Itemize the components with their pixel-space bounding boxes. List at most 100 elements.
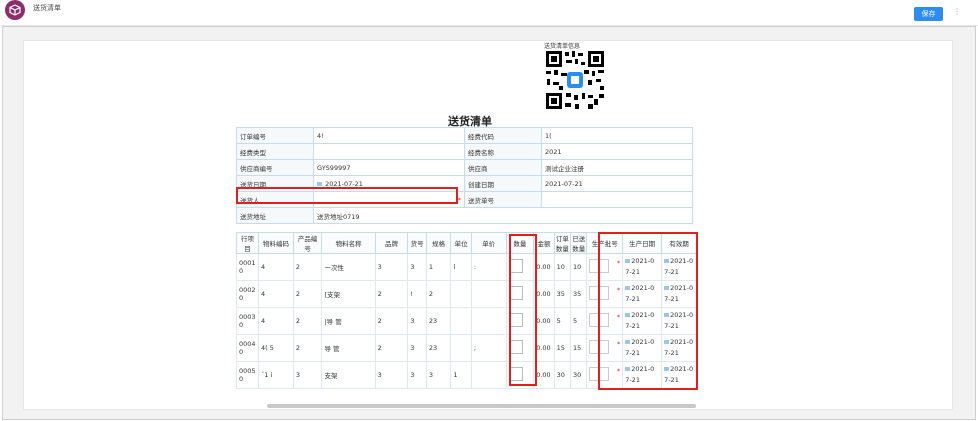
cell-line: 0004 0 xyxy=(235,334,260,362)
col-header: 单价 xyxy=(470,232,507,254)
cell-article: ! xyxy=(407,280,427,308)
info-label: 送货单号 xyxy=(464,191,542,208)
created-date-value: 2021-07-21 xyxy=(541,175,693,192)
cell-name: |导 管 xyxy=(321,307,376,335)
col-header: 品牌 xyxy=(374,232,409,254)
cell-price xyxy=(470,307,507,335)
fund-code-value: 1( xyxy=(541,127,693,144)
fund-type-value xyxy=(313,143,465,160)
cell-material: ´1 i xyxy=(258,361,294,389)
supplier-number-value: GYS99997 xyxy=(313,159,465,176)
cell-brand: 2 xyxy=(374,334,409,362)
col-header: 行项目 xyxy=(235,232,260,254)
cell-article: 3 xyxy=(407,361,427,389)
cell-unit: l xyxy=(450,253,472,281)
qr-code-icon xyxy=(544,49,606,111)
cell-spec: 3 xyxy=(425,361,452,389)
cell-article: 3 xyxy=(407,253,427,281)
cell-order-qty: 10 xyxy=(553,253,572,281)
supplier-value: 测试企业注册 xyxy=(541,159,693,176)
cell-spec: 2 xyxy=(425,280,452,308)
batch-date-columns-highlight xyxy=(598,232,698,390)
cell-price xyxy=(470,361,507,389)
cell-order-qty: 30 xyxy=(553,361,572,389)
cell-material: 4 xyxy=(258,307,294,335)
cell-price xyxy=(470,280,507,308)
cell-line: 0005 0 xyxy=(235,361,260,389)
cell-sent-qty: 30 xyxy=(570,361,588,389)
cell-unit xyxy=(450,307,472,335)
info-label: 供应商编号 xyxy=(236,159,314,176)
cell-material: 4 xyxy=(258,253,294,281)
info-row: 送货地址 送货地址0719 xyxy=(236,207,693,224)
cell-material: 4 xyxy=(258,280,294,308)
cell-brand: 2 xyxy=(374,307,409,335)
cell-article: 3 xyxy=(407,334,427,362)
info-row: 经费类型 经费名称 2021 xyxy=(236,143,693,160)
cell-unit: 1 xyxy=(450,361,472,389)
info-row: 订单编号 4! 经费代码 1( xyxy=(236,127,693,144)
info-label: 创建日期 xyxy=(464,175,542,192)
col-header: 规格 xyxy=(425,232,452,254)
cell-line: 0003 0 xyxy=(235,307,260,335)
cell-spec: 1 xyxy=(425,253,452,281)
cell-unit xyxy=(450,334,472,362)
cell-product: 2 xyxy=(292,280,323,308)
delivery-address-value: 送货地址0719 xyxy=(313,207,693,224)
cell-name: [支架 xyxy=(321,280,376,308)
col-header: 货号 xyxy=(407,232,427,254)
col-header: 物料编码 xyxy=(258,232,294,254)
cell-sent-qty: 5 xyxy=(570,307,588,335)
info-label: 订单编号 xyxy=(236,127,314,144)
cell-brand: 3 xyxy=(374,253,409,281)
cell-name: 一次性 xyxy=(321,253,376,281)
info-label: 送货地址 xyxy=(236,207,314,224)
cell-sent-qty: 35 xyxy=(570,280,588,308)
col-header: 产品编号 xyxy=(292,232,323,254)
cell-brand: 2 xyxy=(374,280,409,308)
cell-order-qty: 35 xyxy=(553,280,572,308)
cell-product: 3 xyxy=(292,361,323,389)
cell-sent-qty: 15 xyxy=(570,334,588,362)
cell-name: 支架 xyxy=(321,361,376,389)
cell-price: ; xyxy=(470,334,507,362)
info-label: 供应商 xyxy=(464,159,542,176)
cell-sent-qty: 10 xyxy=(570,253,588,281)
cell-price: : xyxy=(470,253,507,281)
col-header: 物料名称 xyxy=(321,232,376,254)
col-header: 单位 xyxy=(450,232,472,254)
cell-order-qty: 5 xyxy=(553,307,572,335)
cell-spec: 23 xyxy=(425,307,452,335)
cell-brand: 3 xyxy=(374,361,409,389)
cell-unit xyxy=(450,280,472,308)
info-label: 经费名称 xyxy=(464,143,542,160)
cell-line: 0002 0 xyxy=(235,280,260,308)
cell-product: 2 xyxy=(292,307,323,335)
delivery-number-value xyxy=(541,191,693,208)
app-logo-icon xyxy=(5,0,25,20)
cell-spec: 23 xyxy=(425,334,452,362)
deliverer-highlight xyxy=(236,187,458,204)
info-label: 经费类型 xyxy=(236,143,314,160)
col-header: 订单数量 xyxy=(553,232,572,254)
cell-material: 4( 5 xyxy=(258,334,294,362)
cell-product: 2 xyxy=(292,334,323,362)
cell-name: 导 管 xyxy=(321,334,376,362)
app-title: 送货清单 xyxy=(33,4,61,12)
cell-order-qty: 15 xyxy=(553,334,572,362)
order-number-value: 4! xyxy=(313,127,465,144)
cell-product: 2 xyxy=(292,253,323,281)
cell-line: 0001 0 xyxy=(235,253,260,281)
cell-article: 3 xyxy=(407,307,427,335)
fund-name-value: 2021 xyxy=(541,143,693,160)
required-mark: * xyxy=(457,195,461,204)
info-table: 订单编号 4! 经费代码 1( 经费类型 经费名称 2021 供应商编号 GYS… xyxy=(236,127,693,224)
horizontal-scrollbar[interactable] xyxy=(267,404,696,408)
info-label: 经费代码 xyxy=(464,127,542,144)
quantity-column-highlight xyxy=(509,234,537,386)
more-options-icon[interactable]: ⋮ xyxy=(953,7,961,16)
calendar-icon xyxy=(317,181,322,186)
save-button[interactable]: 保存 xyxy=(914,7,943,21)
col-header: 已送数量 xyxy=(570,232,588,254)
info-row: 供应商编号 GYS99997 供应商 测试企业注册 xyxy=(236,159,693,176)
